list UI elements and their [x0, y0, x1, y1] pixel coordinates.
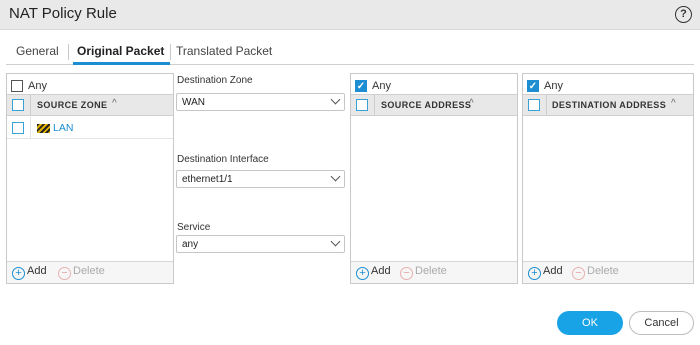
- destination-address-any-row: ✓ Any: [527, 80, 563, 94]
- add-label: Add: [27, 265, 47, 277]
- cancel-button[interactable]: Cancel: [629, 311, 694, 335]
- source-zone-any-row: Any: [11, 80, 47, 94]
- destination-interface-select[interactable]: ethernet1/1: [176, 170, 345, 188]
- source-zone-any-checkbox[interactable]: [11, 80, 23, 93]
- select-all-cell: [523, 95, 547, 115]
- destination-address-grid-header: DESTINATION ADDRESS ^: [523, 94, 693, 116]
- minus-circle-icon: −: [400, 267, 413, 280]
- source-zone-lan-link[interactable]: LAN: [53, 122, 73, 134]
- sort-asc-icon[interactable]: ^: [469, 98, 474, 109]
- source-address-any-checkbox[interactable]: ✓: [355, 80, 367, 93]
- source-address-panel: ✓ Any SOURCE ADDRESS ^ + Add − Delete: [350, 73, 518, 284]
- destination-address-delete-button[interactable]: − Delete: [572, 265, 619, 280]
- source-address-add-button[interactable]: + Add: [356, 265, 391, 280]
- destination-interface-label: Destination Interface: [177, 154, 269, 165]
- service-value: any: [182, 239, 199, 250]
- plus-circle-icon: +: [12, 267, 25, 280]
- source-zone-footer: + Add − Delete: [7, 261, 173, 283]
- select-all-cell: [7, 95, 31, 115]
- source-address-delete-button[interactable]: − Delete: [400, 265, 447, 280]
- source-zone-grid-header: SOURCE ZONE ^: [7, 94, 173, 116]
- source-zone-select-all-checkbox[interactable]: [12, 99, 24, 111]
- source-zone-delete-button[interactable]: − Delete: [58, 265, 105, 280]
- source-address-any-row: ✓ Any: [355, 80, 391, 94]
- tab-divider: [170, 44, 171, 60]
- source-zone-column-header[interactable]: SOURCE ZONE: [37, 100, 107, 110]
- plus-circle-icon: +: [356, 267, 369, 280]
- tab-original-packet[interactable]: Original Packet: [77, 44, 164, 58]
- tab-general[interactable]: General: [16, 44, 59, 58]
- destination-address-add-button[interactable]: + Add: [528, 265, 563, 280]
- destination-address-any-checkbox[interactable]: ✓: [527, 80, 539, 93]
- delete-label: Delete: [587, 265, 619, 277]
- chevron-down-icon: [330, 236, 341, 247]
- table-row[interactable]: LAN: [7, 117, 173, 139]
- sort-asc-icon[interactable]: ^: [112, 98, 117, 109]
- minus-circle-icon: −: [572, 267, 585, 280]
- minus-circle-icon: −: [58, 267, 71, 280]
- destination-address-footer: + Add − Delete: [523, 261, 693, 283]
- source-address-any-label: Any: [372, 80, 391, 92]
- delete-label: Delete: [415, 265, 447, 277]
- ok-button[interactable]: OK: [557, 311, 623, 335]
- chevron-down-icon: [330, 171, 341, 182]
- tab-divider: [68, 44, 69, 60]
- destination-address-column-header[interactable]: DESTINATION ADDRESS: [552, 100, 666, 110]
- destination-address-select-all-checkbox[interactable]: [528, 99, 540, 111]
- source-address-footer: + Add − Delete: [351, 261, 517, 283]
- source-address-select-all-checkbox[interactable]: [356, 99, 368, 111]
- question-circle-icon[interactable]: ?: [675, 6, 692, 23]
- service-label: Service: [177, 222, 211, 233]
- add-label: Add: [543, 265, 563, 277]
- zone-icon: [37, 124, 50, 133]
- source-address-grid-header: SOURCE ADDRESS ^: [351, 94, 517, 116]
- destination-zone-label: Destination Zone: [177, 75, 253, 86]
- tab-translated-packet[interactable]: Translated Packet: [176, 44, 272, 58]
- destination-zone-select[interactable]: WAN: [176, 93, 345, 111]
- source-zone-panel: Any SOURCE ZONE ^ LAN + Add − Delete: [6, 73, 174, 284]
- service-select[interactable]: any: [176, 235, 345, 253]
- select-all-cell: [351, 95, 375, 115]
- row-checkbox-cell: [7, 117, 31, 138]
- tab-bar: General Original Packet Translated Packe…: [6, 40, 694, 65]
- add-label: Add: [371, 265, 391, 277]
- dialog-title: NAT Policy Rule: [9, 5, 117, 22]
- row-checkbox[interactable]: [12, 122, 24, 134]
- destination-zone-value: WAN: [182, 97, 205, 108]
- active-tab-indicator: [73, 62, 170, 65]
- dialog-titlebar: NAT Policy Rule ?: [0, 0, 700, 30]
- chevron-down-icon: [330, 94, 341, 105]
- destination-address-any-label: Any: [544, 80, 563, 92]
- source-zone-any-label: Any: [28, 80, 47, 92]
- source-address-column-header[interactable]: SOURCE ADDRESS: [381, 100, 471, 110]
- plus-circle-icon: +: [528, 267, 541, 280]
- delete-label: Delete: [73, 265, 105, 277]
- sort-asc-icon[interactable]: ^: [671, 98, 676, 109]
- destination-interface-value: ethernet1/1: [182, 174, 233, 185]
- destination-address-panel: ✓ Any DESTINATION ADDRESS ^ + Add − Delete: [522, 73, 694, 284]
- source-zone-add-button[interactable]: + Add: [12, 265, 47, 280]
